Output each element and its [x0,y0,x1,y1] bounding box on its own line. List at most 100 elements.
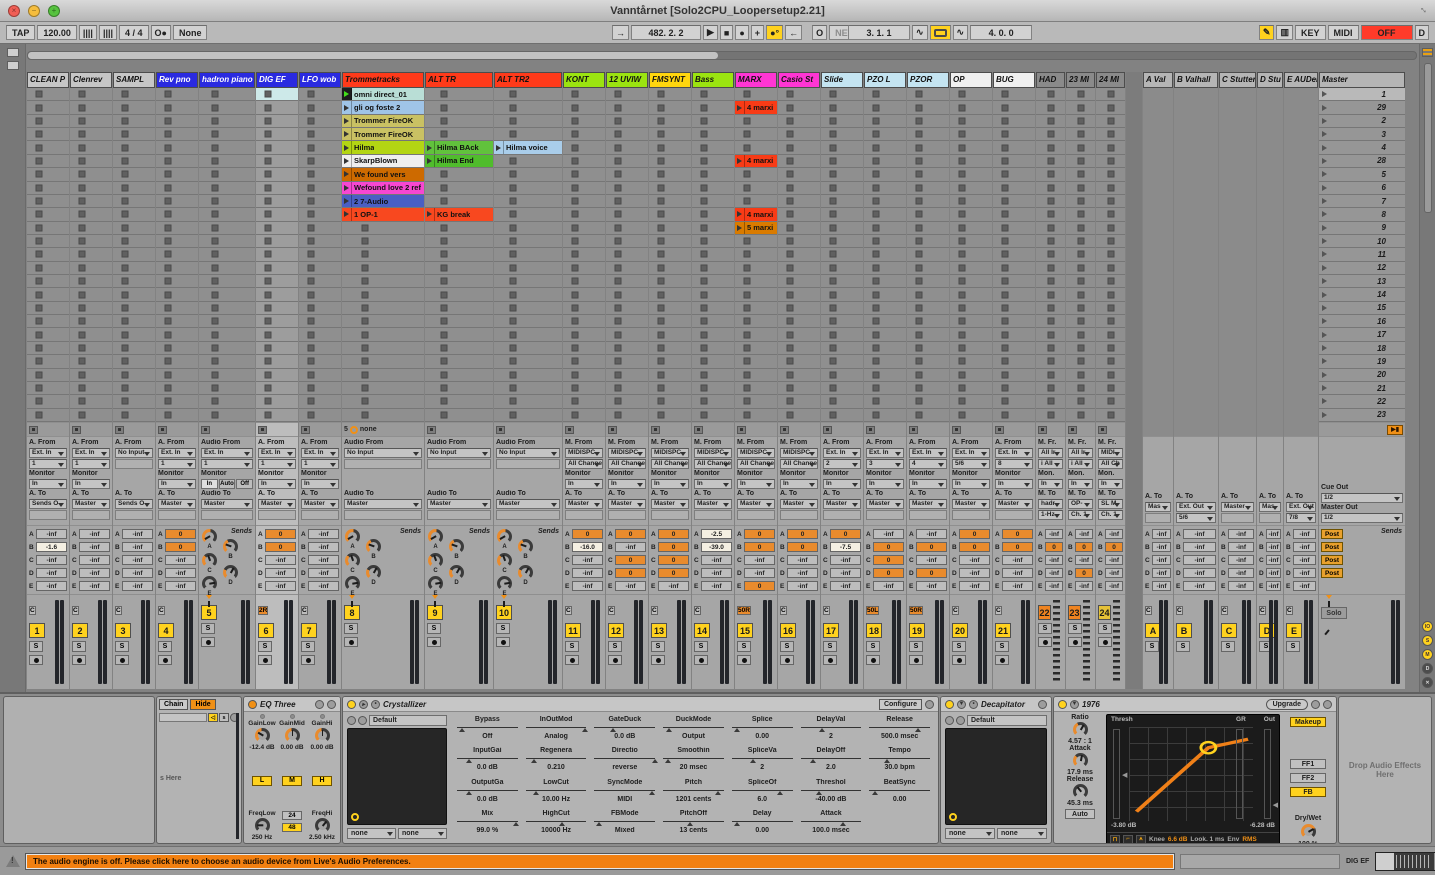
io-select[interactable]: Master [158,499,196,509]
scene[interactable]: 11 [1319,248,1405,261]
clip-slot[interactable] [606,182,648,195]
send-amount[interactable]: -inf [572,555,603,565]
param-slider[interactable] [594,723,655,728]
io-select[interactable]: Master [72,499,110,509]
clip-slot[interactable] [692,208,734,221]
clip-stop-button[interactable] [1098,426,1107,434]
arm-button[interactable] [1038,637,1052,647]
send-amount[interactable]: -inf [1002,555,1033,565]
preset-prev-icon[interactable] [347,716,356,725]
clip-slot[interactable] [993,302,1035,315]
clip-slot[interactable] [425,195,493,208]
param-slider[interactable] [663,817,724,822]
clip-slot[interactable] [70,208,112,221]
clip-slot[interactable] [1036,182,1065,195]
arm-button[interactable] [1098,637,1112,647]
scene[interactable]: 9 [1319,222,1405,235]
clip-slot[interactable] [156,328,198,341]
clip-slot[interactable] [27,355,69,368]
clip-slot[interactable] [649,195,691,208]
io-select[interactable]: Mas [1145,502,1171,512]
solo-button[interactable]: S [158,641,172,652]
clip-stop-button[interactable] [72,426,81,434]
clip-slot[interactable] [27,222,69,235]
compressor-graph[interactable]: Thresh GR Out ◀ ◀ [1106,714,1280,844]
clip-slot[interactable] [778,195,820,208]
io-select[interactable]: 1-Hz [1038,510,1063,520]
clip-slot[interactable] [821,342,863,355]
clip-slot[interactable] [735,395,777,408]
clip-slot[interactable] [950,141,992,154]
send-amount[interactable]: -inf [1228,529,1254,539]
arm-button[interactable] [72,655,86,665]
clip-slot[interactable] [606,302,648,315]
send-amount[interactable]: -inf [36,555,67,565]
scene-play-icon[interactable] [1322,118,1327,124]
scene[interactable]: 15 [1319,302,1405,315]
clip-slot[interactable] [299,382,341,395]
clip-slot[interactable] [1066,222,1095,235]
clip-play-icon[interactable] [342,195,352,207]
post-toggle[interactable]: Post [1321,542,1343,552]
clip-slot[interactable] [864,208,906,221]
clip-slot[interactable] [864,302,906,315]
clip-slot[interactable] [299,262,341,275]
clip-slot[interactable] [156,155,198,168]
clip-slot[interactable] [563,355,605,368]
clip-slot[interactable] [113,182,155,195]
clip-slot[interactable] [1066,369,1095,382]
clip-slot[interactable] [778,208,820,221]
send-amount[interactable]: -inf [1002,581,1033,591]
clip-slot[interactable] [70,382,112,395]
record-button[interactable]: ● [735,25,748,40]
clip-slot[interactable] [27,155,69,168]
clip-slot[interactable] [1066,88,1095,101]
param-value[interactable]: MIDI [594,796,655,803]
fold-icon[interactable]: ▼ [1070,700,1079,709]
clip-slot[interactable] [299,235,341,248]
pan-box[interactable]: C [1221,606,1228,615]
horizontal-overview-scrollbar[interactable] [27,51,1417,60]
io-select[interactable]: Ext. Out [1176,502,1216,512]
param-slider[interactable] [801,754,862,759]
io-select[interactable]: MIDISPC [694,448,732,458]
io-select[interactable]: In [737,479,775,489]
clip-play-icon[interactable] [425,208,435,220]
param-slider[interactable] [801,723,862,728]
scene[interactable]: 21 [1319,382,1405,395]
send-amount[interactable]: 0 [959,529,990,539]
clip-slot[interactable] [907,248,949,261]
clip-slot[interactable] [1036,382,1065,395]
clip-slot[interactable] [735,262,777,275]
clip-slot[interactable] [199,208,255,221]
clip-slot[interactable] [907,182,949,195]
clip-slot[interactable] [27,315,69,328]
clip-slot[interactable] [27,128,69,141]
clip-slot[interactable] [649,88,691,101]
send-amount[interactable]: -inf [308,555,339,565]
clip-slot[interactable] [342,235,424,248]
clip-slot[interactable] [1036,355,1065,368]
send-knob-B[interactable]: B [518,539,533,560]
clip-slot[interactable] [1096,182,1125,195]
pan-box[interactable]: C [158,606,165,615]
vertical-scrollbar[interactable] [1424,63,1432,213]
lookahead-select[interactable]: Look. 1 ms [1190,836,1224,843]
scene[interactable]: 13 [1319,275,1405,288]
send-amount[interactable]: -inf [1266,568,1281,578]
clip-slot[interactable] [1066,235,1095,248]
send-amount[interactable]: -inf [830,568,861,578]
clip-slot[interactable] [606,235,648,248]
clip-slot[interactable] [256,128,298,141]
solo-button[interactable]: S [344,623,358,634]
param-knob[interactable] [1073,753,1088,768]
track-header[interactable]: BUG [993,72,1035,88]
clip-slot[interactable] [70,88,112,101]
clip-slot[interactable] [299,342,341,355]
clip-slot[interactable] [256,369,298,382]
clip-stop-button[interactable] [427,426,436,434]
send-amount[interactable]: 0 [265,542,296,552]
track-activator[interactable]: 13 [651,623,667,638]
clip-slot[interactable] [606,328,648,341]
io-select[interactable]: Master [496,499,560,509]
